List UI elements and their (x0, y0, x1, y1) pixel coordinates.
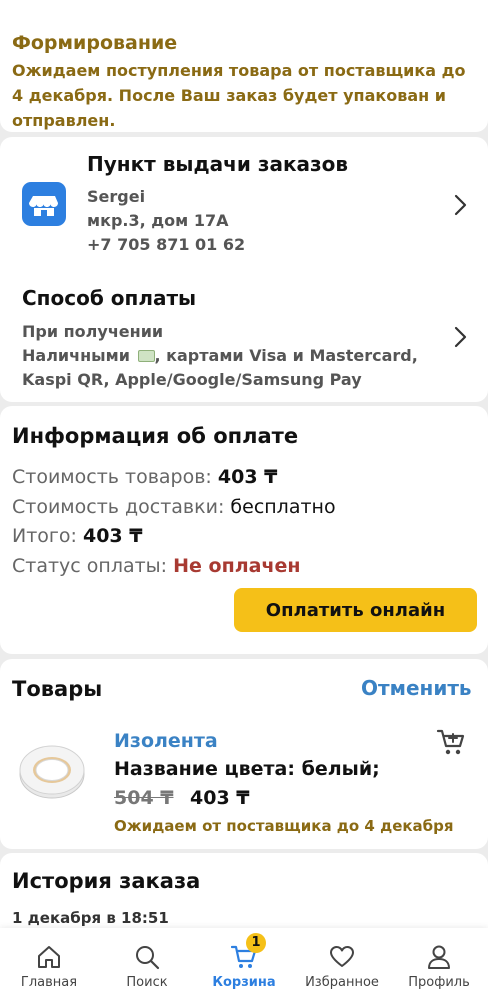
product-eta: Ожидаем от поставщика до 4 декабря (114, 817, 454, 835)
current-price: 403 ₸ (190, 787, 250, 809)
chevron-right-icon[interactable] (452, 325, 468, 349)
goods-cost-value: 403 ₸ (217, 466, 278, 488)
nav-cart[interactable]: 1 Корзина (195, 928, 293, 1000)
payment-method-line-3: Kaspi QR, Apple/Google/Samsung Pay (22, 370, 362, 389)
nav-search[interactable]: Поиск (98, 928, 196, 1000)
payment-status-value: Не оплачен (173, 555, 301, 577)
recipient-phone: +7 705 871 01 62 (87, 235, 246, 254)
goods-title: Товары (12, 677, 103, 701)
profile-icon (428, 945, 450, 969)
store-icon (22, 182, 66, 226)
payment-status-row: Статус оплаты: Не оплачен (12, 555, 301, 577)
nav-home-label: Главная (20, 975, 78, 990)
search-icon (136, 946, 160, 970)
nav-favorites-label: Избранное (305, 975, 379, 990)
cancel-order-button[interactable]: Отменить (361, 676, 472, 700)
pickup-title[interactable]: Пункт выдачи заказов (87, 152, 348, 176)
payment-status-label: Статус оплаты: (12, 555, 168, 577)
payment-info-title: Информация об оплате (12, 424, 299, 448)
product-color: Название цвета: белый; (114, 758, 380, 780)
nav-profile[interactable]: Профиль (390, 928, 488, 1000)
goods-cost-row: Стоимость товаров: 403 ₸ (12, 466, 277, 488)
payment-cash-label: Наличными (22, 346, 130, 365)
payment-method-line-1: При получении (22, 322, 164, 341)
pay-online-button[interactable]: Оплатить онлайн (234, 588, 477, 632)
delivery-cost-value: бесплатно (230, 496, 336, 518)
history-title: История заказа (12, 869, 201, 893)
total-row: Итого: 403 ₸ (12, 525, 142, 547)
total-value: 403 ₸ (82, 525, 143, 547)
total-label: Итого: (12, 525, 77, 547)
delivery-cost-row: Стоимость доставки: бесплатно (12, 496, 336, 518)
chevron-right-icon[interactable] (452, 193, 468, 217)
history-date: 1 декабря в 18:51 (12, 909, 169, 927)
nav-home[interactable]: Главная (0, 928, 98, 1000)
old-price: 504 ₸ (114, 787, 174, 809)
add-to-cart-icon[interactable] (436, 728, 466, 756)
goods-cost-label: Стоимость товаров: (12, 466, 212, 488)
nav-search-label: Поиск (126, 975, 168, 990)
bottom-navigation: Главная Поиск 1 Корзина Избранное Профил… (0, 928, 488, 1000)
cart-count-badge: 1 (246, 933, 266, 953)
pickup-address: мкр.3, дом 17А (87, 211, 229, 230)
status-title: Формирование (12, 32, 178, 54)
payment-method-line-2: Наличными , картами Visa и Mastercard, (22, 346, 418, 365)
payment-cards-label: , картами Visa и Mastercard, (154, 346, 418, 365)
cash-icon (137, 350, 155, 362)
payment-method-title[interactable]: Способ оплаты (22, 286, 196, 310)
heart-icon (330, 946, 354, 967)
nav-cart-label: Корзина (212, 975, 276, 990)
home-icon (38, 946, 60, 968)
recipient-name: Sergei (87, 187, 146, 206)
product-name-link[interactable]: Изолента (114, 730, 218, 752)
status-description: Ожидаем поступления товара от поставщика… (12, 61, 466, 130)
delivery-cost-label: Стоимость доставки: (12, 496, 225, 518)
nav-profile-label: Профиль (408, 975, 470, 990)
nav-favorites[interactable]: Избранное (293, 928, 391, 1000)
product-image[interactable] (16, 738, 88, 802)
